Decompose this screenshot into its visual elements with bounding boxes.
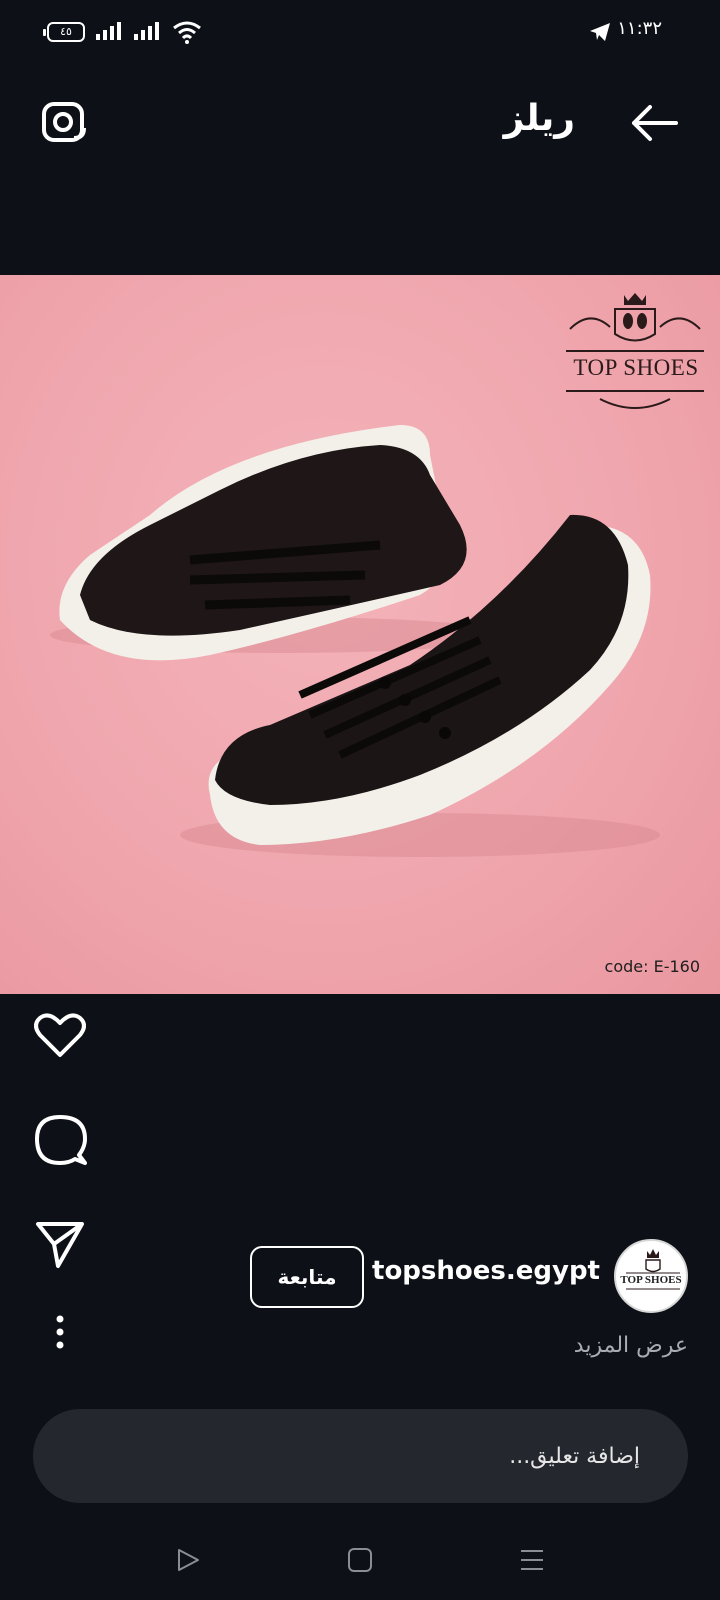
menu-lines-icon [521,1550,543,1570]
camera-button[interactable] [40,98,88,146]
clock: ١١:٣٢ [617,18,662,39]
signal-icon [96,22,121,40]
wifi-icon [173,21,201,44]
avatar-text: TOP SHOES [620,1274,682,1286]
show-more-link[interactable]: عرض المزيد [574,1333,688,1358]
heart-icon [34,1013,86,1057]
navigation-bar [0,1520,720,1600]
status-bar: ٤٥ ١١:٣٢ [0,0,720,64]
battery-level: ٤٥ [60,25,72,38]
page-title: ريلز [503,98,575,139]
camera-icon [42,102,86,142]
more-vertical-icon [56,1315,64,1349]
brand-logo-text: TOP SHOES [573,355,699,380]
like-button[interactable] [32,1008,88,1064]
more-button[interactable] [32,1304,88,1360]
reel-media[interactable]: TOP SHOES code: E-160 [0,275,720,994]
username[interactable]: topshoes.egypt [372,1256,600,1286]
product-code: code: E-160 [604,957,700,976]
nav-back-button[interactable] [170,1542,206,1578]
send-icon [36,1222,84,1268]
header: ريلز [0,64,720,274]
nav-recents-button[interactable] [514,1542,550,1578]
brand-logo [566,293,704,409]
comment-button[interactable] [32,1112,88,1168]
telegram-icon [590,23,610,41]
avatar[interactable]: TOP SHOES [614,1239,688,1313]
play-triangle-icon [178,1549,199,1571]
comment-input[interactable] [33,1409,688,1503]
back-button[interactable] [628,100,680,146]
battery-icon: ٤٥ [43,22,85,42]
home-square-icon [348,1548,372,1572]
comment-icon [35,1115,87,1165]
comment-box [33,1409,688,1503]
nav-home-button[interactable] [342,1542,378,1578]
arrow-left-icon [632,105,678,141]
share-button[interactable] [32,1216,88,1272]
follow-button[interactable]: متابعة [250,1246,364,1308]
signal-icon [134,22,159,40]
